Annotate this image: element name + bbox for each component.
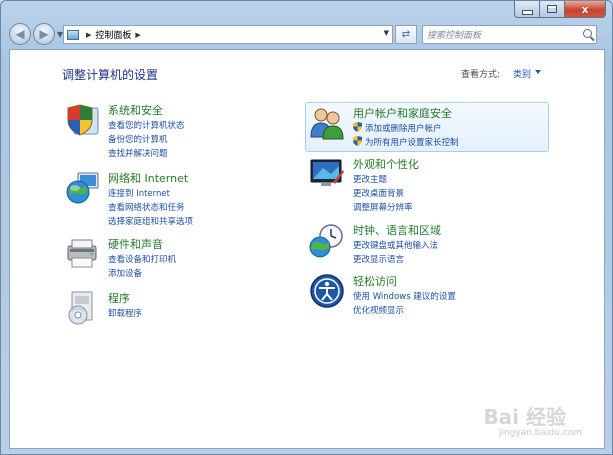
control-panel-window: x ◀ ▶ ▼ ▶ 控制面板 ▶ ▼ ⇄ 搜索控制面板 调整计算机的设置 查看方…: [0, 0, 613, 455]
minimize-button[interactable]: [514, 1, 540, 18]
maximize-button[interactable]: [540, 1, 565, 18]
refresh-icon: ⇄: [401, 29, 411, 40]
content-pane: 调整计算机的设置 查看方式: 类别 系统和安全 查看您的计算机状态 备份您的计算…: [9, 49, 605, 449]
category-link[interactable]: 选择家庭组和共享选项: [108, 215, 193, 227]
category-link[interactable]: 更改显示语言: [353, 253, 404, 265]
category-title[interactable]: 硬件和声音: [108, 236, 163, 252]
category-link[interactable]: 更改主题: [353, 173, 387, 185]
ease-of-access-icon[interactable]: [309, 273, 345, 309]
category-title[interactable]: 时钟、语言和区域: [353, 222, 441, 238]
breadcrumb-control-panel[interactable]: 控制面板: [95, 28, 131, 41]
uac-shield-icon: [353, 122, 362, 132]
category-link[interactable]: 更改键盘或其他输入法: [353, 239, 438, 251]
forward-arrow-icon: ▶: [39, 27, 49, 41]
maximize-icon: [547, 5, 557, 13]
view-by-label: 查看方式:: [461, 70, 501, 80]
watermark-url: jingyan.baidu.com: [498, 428, 582, 438]
nav-buttons: ◀ ▶ ▼: [9, 23, 63, 45]
refresh-button[interactable]: ⇄: [395, 25, 417, 44]
back-arrow-icon: ◀: [15, 27, 25, 41]
back-button[interactable]: ◀: [9, 23, 31, 45]
search-icon[interactable]: [583, 29, 592, 38]
category-link[interactable]: 调整屏幕分辨率: [353, 201, 413, 213]
category-link[interactable]: 卸载程序: [108, 307, 142, 319]
category-title[interactable]: 系统和安全: [108, 102, 163, 118]
page-title: 调整计算机的设置: [62, 68, 159, 82]
appearance-icon[interactable]: [309, 156, 345, 192]
address-dropdown-icon[interactable]: ▼: [384, 29, 389, 37]
view-by-dropdown[interactable]: 类别: [513, 67, 531, 80]
address-bar[interactable]: ▶ 控制面板 ▶ ▼: [63, 25, 393, 44]
system-security-icon[interactable]: [64, 102, 100, 138]
category-link[interactable]: 连接到 Internet: [108, 187, 170, 199]
category-title[interactable]: 轻松访问: [353, 273, 397, 289]
category-title[interactable]: 网络和 Internet: [108, 170, 188, 186]
navigation-bar: ◀ ▶ ▼ ▶ 控制面板 ▶ ▼ ⇄ 搜索控制面板: [1, 19, 612, 49]
category-link[interactable]: 查看设备和打印机: [108, 253, 176, 265]
close-icon: x: [581, 2, 589, 16]
category-link[interactable]: 添加或删除用户帐户: [365, 122, 442, 134]
category-link[interactable]: 添加设备: [108, 267, 142, 279]
category-title[interactable]: 用户帐户和家庭安全: [353, 105, 452, 121]
category-link[interactable]: 备份您的计算机: [108, 133, 168, 145]
breadcrumb-chevron-icon[interactable]: ▶: [86, 31, 91, 39]
category-link[interactable]: 查看网络状态和任务: [108, 201, 185, 213]
minimize-icon: [521, 9, 533, 15]
search-placeholder: 搜索控制面板: [427, 31, 482, 41]
category-title[interactable]: 外观和个性化: [353, 156, 419, 172]
control-panel-icon: [67, 29, 79, 40]
clock-language-region-icon[interactable]: [309, 222, 345, 258]
category-link[interactable]: 为所有用户设置家长控制: [365, 136, 459, 148]
watermark-brand: Bai 经验: [483, 405, 566, 429]
search-input[interactable]: 搜索控制面板: [422, 25, 597, 44]
category-link[interactable]: 更改桌面背景: [353, 187, 404, 199]
network-internet-icon[interactable]: [64, 170, 100, 206]
hardware-sound-icon[interactable]: [64, 236, 100, 272]
programs-icon[interactable]: [64, 290, 100, 326]
category-link[interactable]: 使用 Windows 建议的设置: [353, 290, 456, 302]
uac-shield-icon: [353, 136, 362, 146]
forward-button[interactable]: ▶: [33, 23, 55, 45]
category-link[interactable]: 查看您的计算机状态: [108, 119, 185, 131]
breadcrumb-chevron-icon[interactable]: ▶: [135, 31, 140, 39]
category-title[interactable]: 程序: [108, 290, 130, 306]
close-button[interactable]: x: [565, 1, 606, 18]
user-accounts-icon[interactable]: [309, 105, 345, 141]
view-by-chevron-down-icon[interactable]: [535, 70, 541, 74]
category-link[interactable]: 优化视频显示: [353, 304, 404, 316]
caption-buttons: x: [514, 1, 606, 18]
category-link[interactable]: 查找并解决问题: [108, 147, 168, 159]
